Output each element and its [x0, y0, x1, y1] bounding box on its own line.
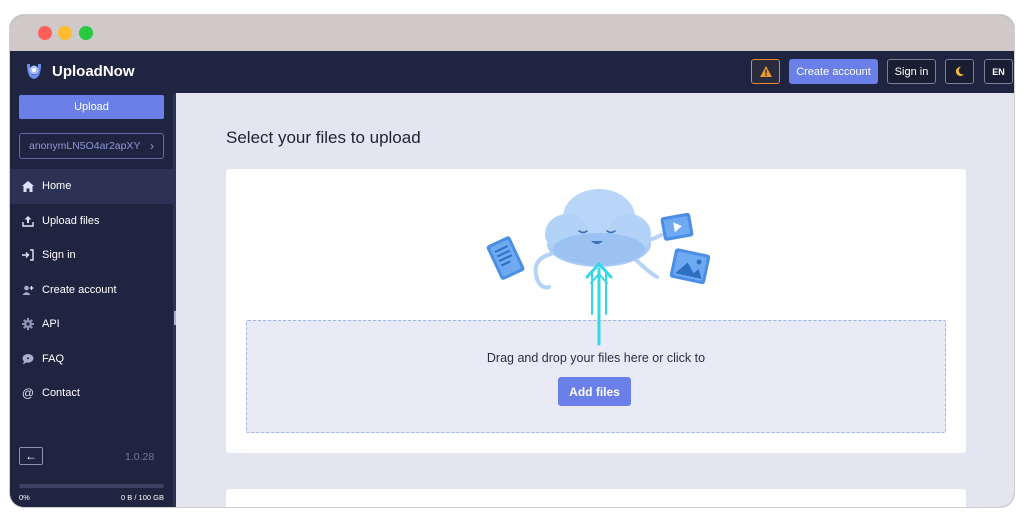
sidebar-nav: Home Upload files Sign in Create account	[10, 169, 173, 411]
sidebar-item-label: Sign in	[42, 249, 76, 262]
app-name: UploadNow	[52, 62, 135, 80]
add-user-icon	[22, 284, 34, 296]
window-chrome	[10, 15, 1014, 51]
arrow-left-icon: ←	[25, 449, 37, 463]
gear-icon	[22, 318, 34, 331]
chevron-right-icon: ›	[150, 139, 154, 153]
chat-bubble-icon	[22, 353, 34, 365]
sidebar-upload-button[interactable]: Upload	[19, 95, 164, 119]
storage-progress-bar	[19, 484, 164, 488]
warning-button[interactable]	[751, 59, 780, 84]
sidebar-item-create-account[interactable]: Create account	[10, 273, 173, 308]
logo-icon	[27, 64, 41, 79]
sidebar-item-upload-files[interactable]: Upload files	[10, 204, 173, 239]
home-icon	[22, 180, 34, 192]
browser-window: UploadNow Create account Sign in EN Uplo…	[10, 15, 1014, 507]
at-icon: @	[21, 386, 35, 401]
storage-percent: 0%	[19, 493, 30, 502]
app-logo[interactable]: UploadNow	[24, 61, 135, 81]
storage-usage: 0 B / 100 GB	[121, 493, 164, 502]
warning-icon	[759, 66, 772, 77]
top-bar: UploadNow Create account Sign in EN	[10, 51, 1014, 93]
sidebar-item-label: Upload files	[42, 214, 100, 227]
sidebar-item-faq[interactable]: FAQ	[10, 342, 173, 377]
sign-in-icon	[22, 249, 34, 261]
sidebar-item-home[interactable]: Home	[10, 169, 173, 204]
language-button[interactable]: EN	[984, 59, 1013, 84]
user-id-selector[interactable]: anonymLN5O4ar2apXY ›	[19, 133, 164, 159]
sign-in-button[interactable]: Sign in	[887, 59, 936, 84]
secondary-card	[226, 489, 966, 507]
user-id-label: anonymLN5O4ar2apXY	[29, 140, 141, 152]
sidebar-item-sign-in[interactable]: Sign in	[10, 238, 173, 273]
sidebar-item-label: FAQ	[42, 352, 65, 365]
sidebar-item-label: API	[42, 318, 60, 331]
collapse-sidebar-button[interactable]: ←	[19, 447, 43, 465]
cloud-upload-illustration	[486, 189, 711, 346]
main-content: Select your files to upload Drag and dro…	[176, 93, 1014, 507]
sidebar: Upload anonymLN5O4ar2apXY › Home Upload …	[10, 93, 173, 507]
sidebar-item-label: Create account	[42, 283, 117, 296]
sidebar-item-label: Home	[42, 180, 72, 193]
page-title: Select your files to upload	[226, 128, 421, 147]
add-files-button[interactable]: Add files	[558, 377, 631, 406]
minimize-window-button[interactable]	[58, 26, 72, 40]
upload-icon	[22, 215, 34, 227]
drop-zone-text: Drag and drop your files here or click t…	[486, 351, 706, 365]
moon-icon	[955, 66, 965, 77]
close-window-button[interactable]	[38, 26, 52, 40]
maximize-window-button[interactable]	[79, 26, 93, 40]
create-account-button[interactable]: Create account	[789, 59, 878, 84]
app-version: 1.0.28	[125, 451, 155, 463]
sidebar-item-api[interactable]: API	[10, 307, 173, 342]
upload-card: Drag and drop your files here or click t…	[226, 169, 966, 453]
sidebar-item-label: Contact	[42, 387, 80, 400]
theme-toggle-button[interactable]	[945, 59, 974, 84]
sidebar-item-contact[interactable]: @ Contact	[10, 376, 173, 411]
